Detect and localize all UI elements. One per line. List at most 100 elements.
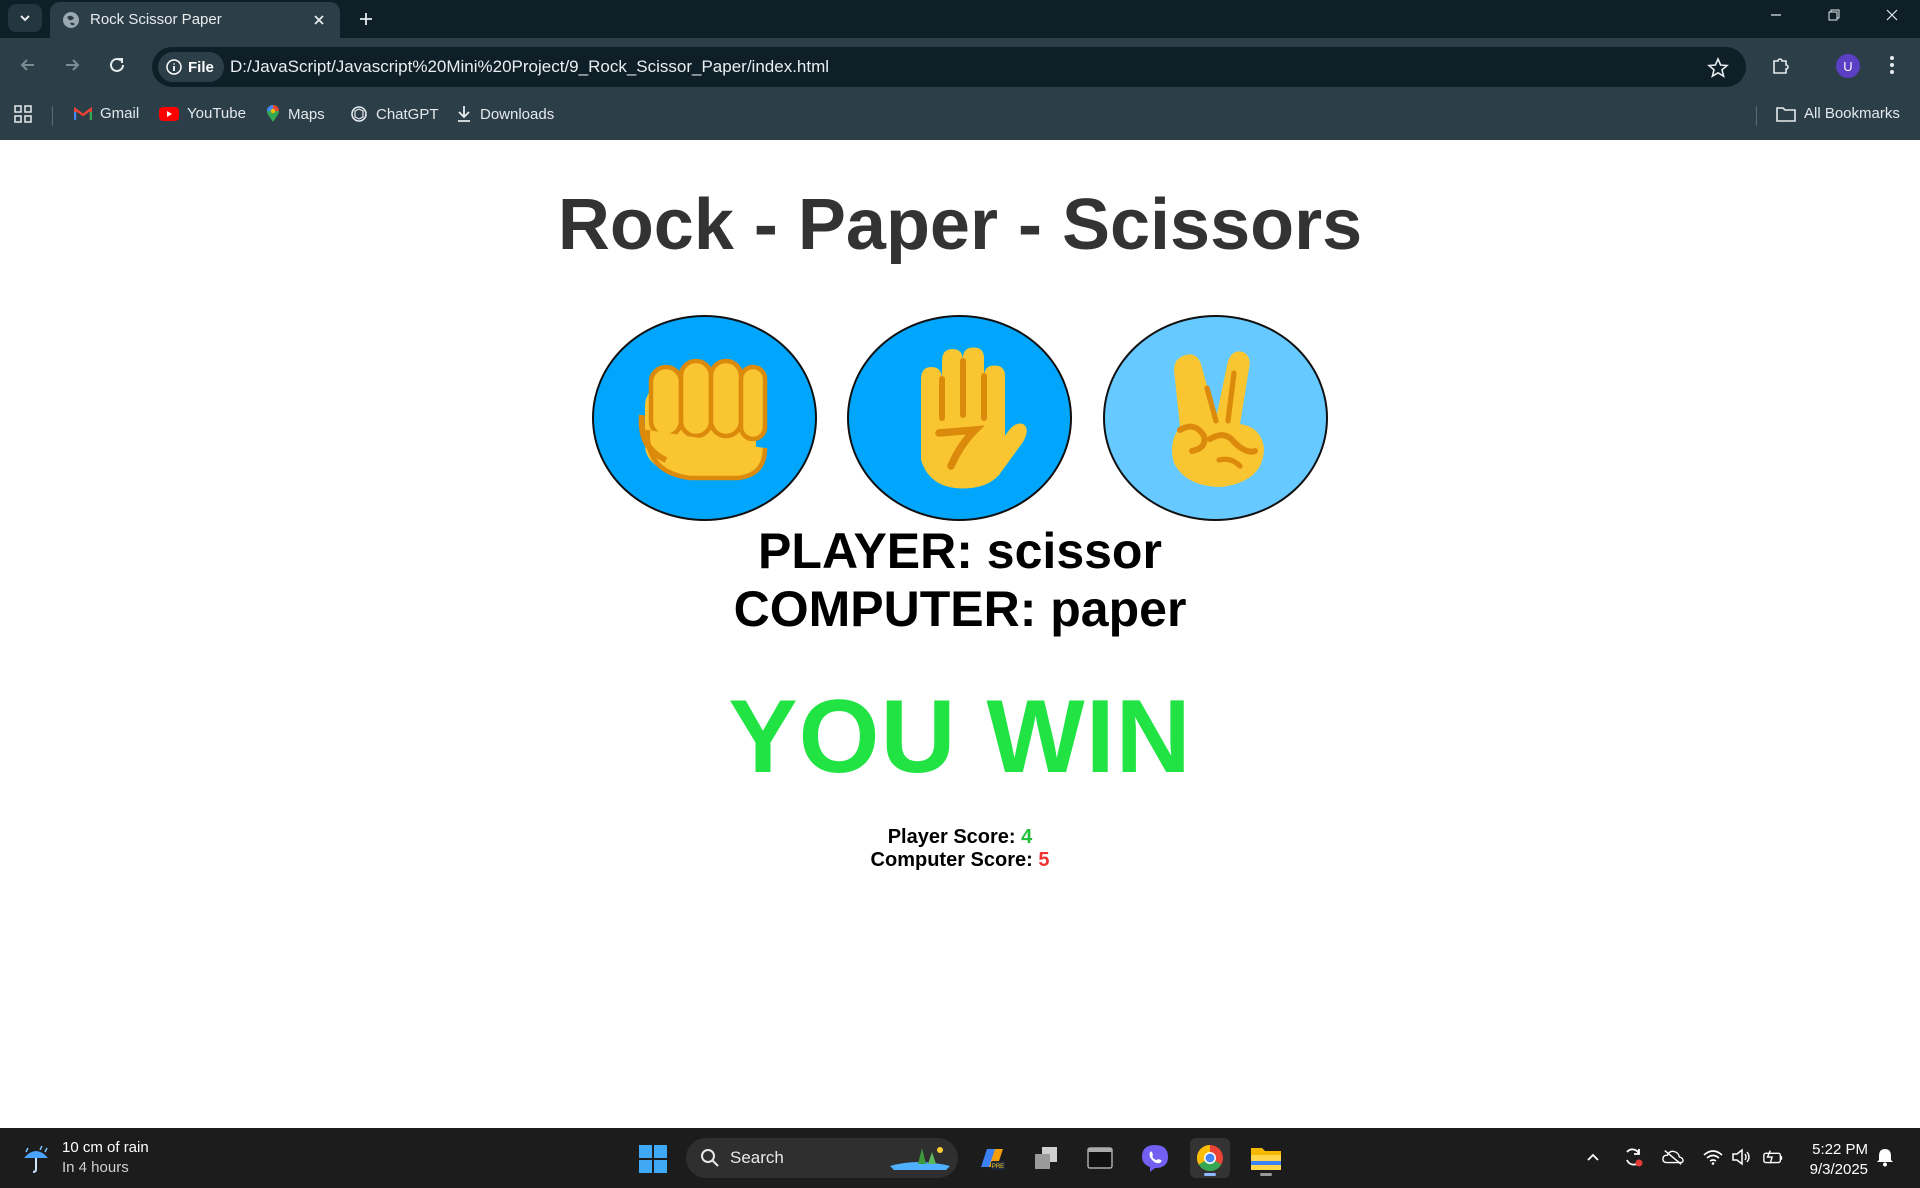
copilot-app[interactable]: PRE [972, 1138, 1012, 1178]
all-bookmarks-label: All Bookmarks [1804, 105, 1900, 122]
scissor-choice-button[interactable] [1103, 315, 1328, 521]
info-icon [166, 59, 182, 75]
globe-icon [63, 12, 79, 28]
all-bookmarks-button[interactable]: All Bookmarks [1776, 105, 1900, 122]
windows-taskbar: 10 cm of rain In 4 hours Search PRE 5:22… [0, 1128, 1920, 1188]
reload-button[interactable] [101, 49, 133, 81]
bookmark-youtube[interactable]: YouTube [159, 105, 246, 122]
close-icon [1886, 9, 1898, 21]
weather-sub: In 4 hours [62, 1159, 129, 1176]
wifi-icon [1703, 1150, 1723, 1165]
open-app-indicator [1260, 1173, 1272, 1176]
system-clock[interactable]: 5:22 PM 9/3/2025 [1800, 1140, 1868, 1180]
raised-hand-icon [920, 347, 1027, 489]
bookmarks-bar: Gmail YouTube Maps ChatGPT Downloads All… [0, 92, 1920, 140]
cloud-off-icon [1662, 1150, 1684, 1165]
arrow-left-icon [20, 59, 34, 71]
restore-button[interactable] [1806, 0, 1862, 30]
bookmark-maps[interactable]: Maps [266, 105, 325, 123]
battery-charging-icon [1763, 1150, 1783, 1164]
maps-pin-icon [267, 105, 279, 122]
bookmark-label: YouTube [187, 105, 246, 122]
bookmark-label: Maps [288, 105, 325, 123]
bookmarks-divider [52, 106, 53, 126]
download-icon [458, 106, 470, 122]
rock-choice-button[interactable] [592, 315, 817, 521]
back-button[interactable] [12, 49, 44, 81]
chatgpt-icon [351, 106, 367, 122]
player-score-line: Player Score: 4 [0, 826, 1920, 849]
chrome-icon [1196, 1144, 1223, 1172]
result-message: YOU WIN [728, 679, 1192, 795]
player-score-value: 4 [1021, 826, 1033, 848]
sync-tray-button[interactable] [1622, 1146, 1644, 1168]
new-tab-button[interactable] [350, 3, 382, 35]
sync-icon [1626, 1148, 1643, 1167]
site-chip-label: File [188, 58, 214, 76]
file-explorer-app[interactable] [1246, 1138, 1286, 1178]
terminal-icon [1087, 1147, 1113, 1169]
minimize-button[interactable] [1748, 0, 1804, 30]
viber-icon [1142, 1145, 1168, 1172]
bookmark-chatgpt[interactable]: ChatGPT [350, 105, 439, 123]
search-placeholder: Search [730, 1148, 784, 1167]
bookmark-label: Downloads [480, 105, 555, 123]
forward-button[interactable] [56, 49, 88, 81]
show-hidden-icons-button[interactable] [1582, 1146, 1604, 1168]
task-view-icon [1035, 1147, 1057, 1169]
windows-start-icon[interactable] [638, 1144, 668, 1174]
address-bar[interactable]: File D:/JavaScript/Javascript%20Mini%20P… [152, 47, 1746, 87]
apps-button[interactable] [14, 105, 32, 123]
folder-icon [1776, 106, 1796, 122]
copilot-icon: PRE [981, 1149, 1005, 1170]
chevron-up-icon [1587, 1153, 1599, 1161]
svg-text:PRE: PRE [992, 1164, 1004, 1170]
reload-icon [110, 57, 124, 72]
task-view-app[interactable] [1026, 1138, 1066, 1178]
tab-close-button[interactable] [306, 7, 332, 33]
game-page: Rock - Paper - Scissors PLAYER: scissor [0, 140, 1920, 1128]
extensions-button[interactable] [1766, 50, 1796, 80]
onedrive-tray-button[interactable] [1662, 1146, 1684, 1168]
bookmark-downloads[interactable]: Downloads [456, 105, 554, 123]
window-close-button[interactable] [1864, 0, 1920, 30]
speaker-icon [1732, 1148, 1750, 1166]
chrome-app[interactable] [1190, 1138, 1230, 1178]
browser-menu-button[interactable] [1880, 50, 1904, 80]
site-info-chip[interactable]: File [158, 52, 224, 82]
profile-avatar[interactable]: U [1836, 54, 1860, 78]
tab-title: Rock Scissor Paper [90, 11, 222, 28]
youtube-icon [159, 106, 179, 121]
weather-widget[interactable]: 10 cm of rain In 4 hours [20, 1138, 149, 1178]
tab-search-button[interactable] [8, 4, 42, 32]
victory-hand-icon [1171, 351, 1264, 487]
bell-icon [1877, 1149, 1893, 1167]
computer-score-value: 5 [1038, 849, 1050, 871]
arrow-right-icon [66, 59, 80, 71]
search-highlight-icon [890, 1147, 950, 1170]
terminal-app[interactable] [1080, 1138, 1120, 1178]
restore-icon [1828, 9, 1840, 21]
taskbar-search[interactable]: Search [686, 1138, 958, 1178]
bookmark-star-icon[interactable] [1706, 56, 1730, 80]
folder-icon [1251, 1148, 1281, 1170]
url-text[interactable]: D:/JavaScript/Javascript%20Mini%20Projec… [230, 57, 829, 77]
paper-choice-button[interactable] [847, 315, 1072, 521]
browser-toolbar: File D:/JavaScript/Javascript%20Mini%20P… [0, 38, 1920, 92]
rain-umbrella-icon [24, 1145, 48, 1173]
battery-tray-button[interactable] [1762, 1146, 1784, 1168]
bookmark-gmail[interactable]: Gmail [74, 105, 139, 122]
volume-tray-button[interactable] [1730, 1146, 1752, 1168]
clock-time: 5:22 PM [1812, 1141, 1868, 1158]
active-tab[interactable]: Rock Scissor Paper [50, 2, 340, 38]
viber-app[interactable] [1135, 1138, 1175, 1178]
page-title: Rock - Paper - Scissors [557, 185, 1363, 265]
tab-strip: Rock Scissor Paper [0, 0, 1920, 38]
kebab-menu-icon [1890, 56, 1894, 74]
fist-icon [638, 358, 767, 481]
notifications-button[interactable] [1874, 1146, 1896, 1168]
search-icon [701, 1149, 719, 1167]
player-score-label: Player Score: [887, 826, 1022, 848]
gmail-icon [74, 106, 92, 120]
wifi-tray-button[interactable] [1702, 1146, 1724, 1168]
